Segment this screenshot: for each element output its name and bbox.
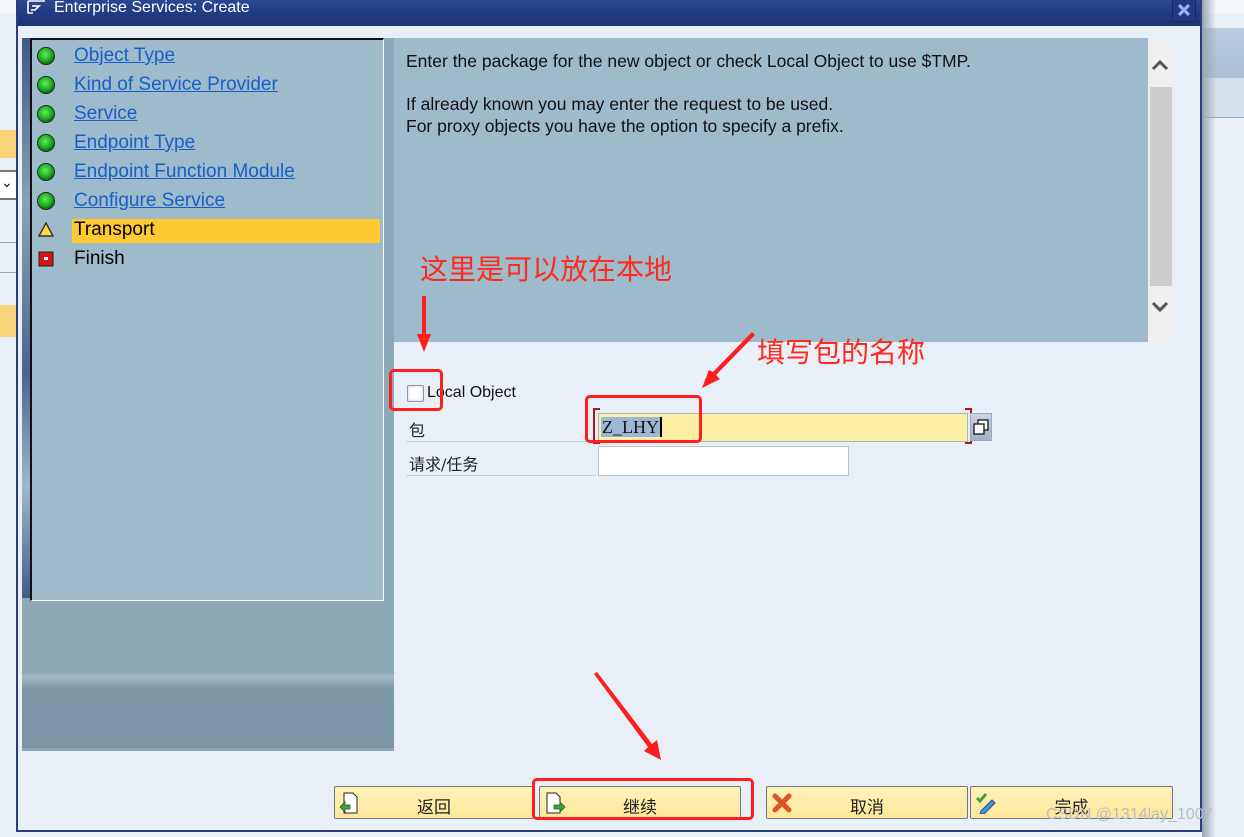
chevron-down-icon: [1151, 301, 1169, 313]
cancel-button[interactable]: 取消: [766, 786, 968, 819]
wizard-step-panel: Object Type Kind of Service Provider Ser…: [22, 38, 394, 751]
green-led-icon: [38, 193, 54, 209]
green-led-icon: [38, 106, 54, 122]
close-icon: [1177, 3, 1191, 17]
panel-decoration: [22, 598, 394, 748]
back-label: 返回: [417, 798, 451, 818]
step-link[interactable]: Kind of Service Provider: [74, 74, 278, 98]
green-led-icon: [38, 164, 54, 180]
green-led-icon: [38, 77, 54, 93]
request-input[interactable]: [598, 446, 849, 476]
wizard-steps-list: Object Type Kind of Service Provider Ser…: [30, 38, 384, 601]
step-kind-of-service-provider[interactable]: Kind of Service Provider: [32, 72, 382, 98]
annotation-highlight-package: [585, 395, 702, 443]
step-object-type[interactable]: Object Type: [32, 43, 382, 69]
instruction-text: For proxy objects you have the option to…: [406, 116, 844, 136]
vertical-scrollbar[interactable]: [1148, 38, 1172, 342]
warning-triangle-icon: [38, 222, 54, 237]
instruction-text: If already known you may enter the reque…: [406, 94, 834, 114]
scroll-up-button[interactable]: [1148, 50, 1172, 80]
cancel-label: 取消: [850, 798, 884, 818]
package-row: 包: [406, 410, 596, 442]
annotation-highlight-checkbox: [389, 369, 443, 411]
annotation-highlight-continue: [532, 778, 754, 820]
step-link[interactable]: Service: [74, 103, 137, 127]
chevron-up-icon: [1151, 59, 1169, 71]
annotation-local-note: 这里是可以放在本地: [420, 253, 673, 286]
back-button[interactable]: 返回: [334, 786, 534, 819]
step-endpoint-type[interactable]: Endpoint Type: [32, 130, 382, 156]
dialog-shadow: [1202, 0, 1216, 837]
step-service[interactable]: Service: [32, 101, 382, 127]
step-link[interactable]: Configure Service: [74, 190, 225, 214]
divider: [0, 242, 16, 243]
close-button[interactable]: [1172, 0, 1196, 22]
step-configure-service[interactable]: Configure Service: [32, 188, 382, 214]
chevron-down-icon: ⌄: [1, 174, 13, 190]
instruction-text: Enter the package for the new object or …: [406, 51, 971, 71]
window-title: Enterprise Services: Create: [54, 0, 250, 16]
request-row: 请求/任务: [406, 444, 596, 476]
watermark: CSDN @1314lay_1007: [1046, 806, 1213, 823]
instruction-panel: Enter the package for the new object or …: [394, 38, 1148, 342]
divider: [0, 272, 16, 273]
scroll-down-button[interactable]: [1148, 292, 1172, 322]
background-field: [0, 305, 16, 337]
background-dropdown: ⌄: [0, 170, 16, 200]
green-led-icon: [38, 48, 54, 64]
request-label: 请求/任务: [409, 455, 479, 474]
step-label: Transport: [72, 219, 380, 243]
background-field: [0, 130, 16, 158]
step-endpoint-function-module[interactable]: Endpoint Function Module: [32, 159, 382, 185]
scrollbar-thumb[interactable]: [1150, 87, 1172, 286]
step-label: Finish: [74, 248, 125, 269]
step-finish: Finish: [32, 246, 382, 272]
package-label: 包: [409, 421, 426, 440]
value-help-icon: [973, 419, 989, 435]
value-help-button[interactable]: [970, 413, 992, 441]
title-bar[interactable]: Enterprise Services: Create: [18, 0, 1200, 26]
window-icon: [27, 0, 45, 14]
green-led-icon: [38, 135, 54, 151]
step-transport: Transport: [32, 217, 382, 243]
annotation-package-note: 填写包的名称: [757, 336, 926, 369]
step-link[interactable]: Endpoint Type: [74, 132, 195, 156]
step-link[interactable]: Object Type: [74, 45, 175, 69]
step-link[interactable]: Endpoint Function Module: [74, 161, 295, 185]
red-square-icon: [38, 251, 54, 267]
